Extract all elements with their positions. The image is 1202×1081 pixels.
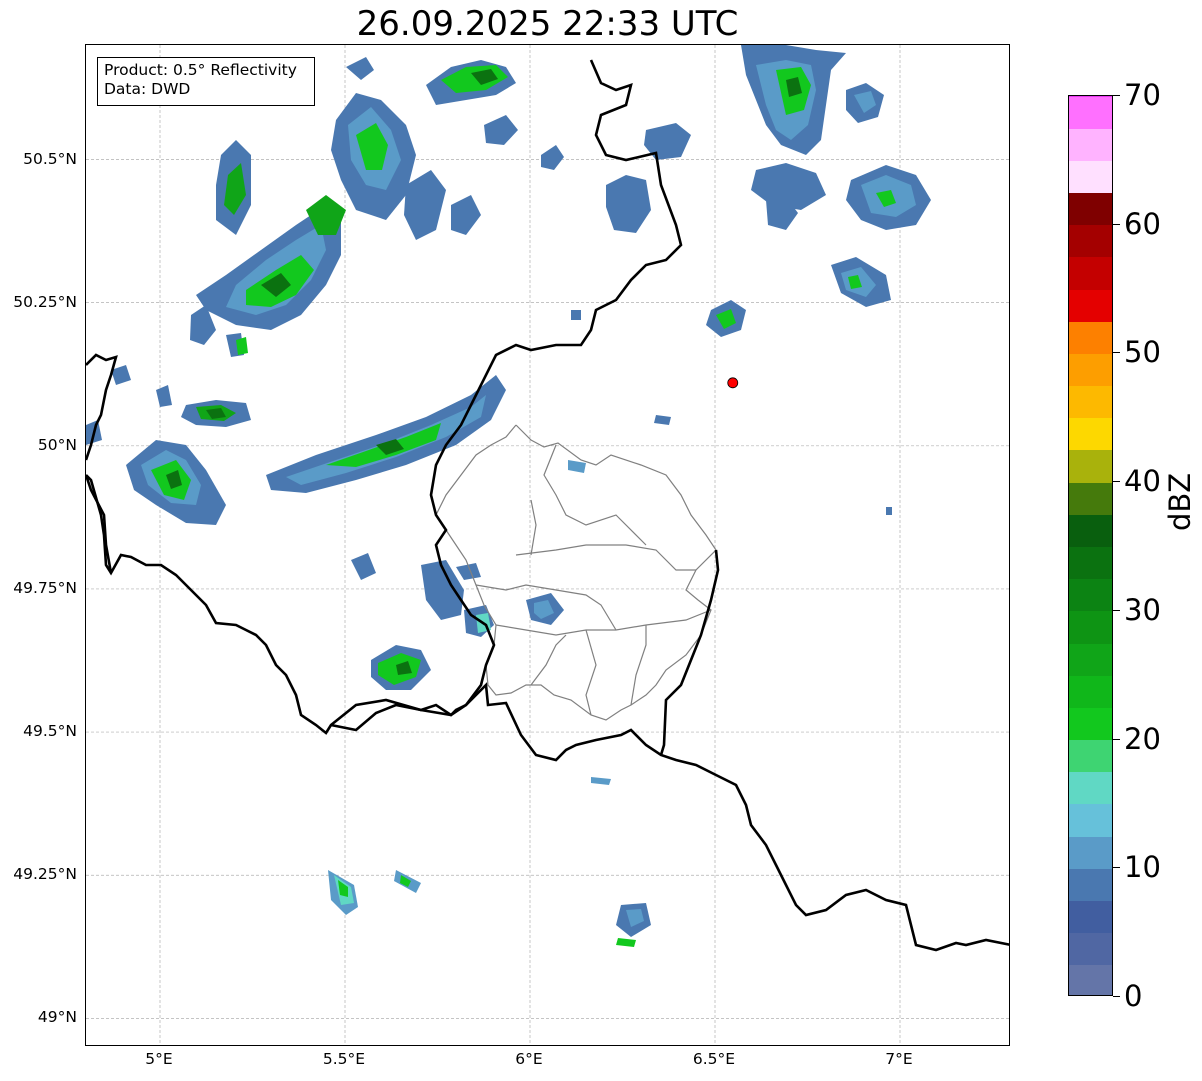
colorbar-segment (1069, 675, 1112, 708)
lon-tick-label: 7°E (885, 1050, 913, 1068)
echo-band-central (266, 375, 506, 493)
echo-cells-scattered (328, 310, 892, 947)
lat-tick-label: 49.25°N (13, 865, 77, 884)
lon-tick-label: 6.5°E (692, 1050, 736, 1068)
country-border-germany-luxembourg (659, 549, 720, 756)
border-belgium-france (86, 353, 118, 461)
echo-cluster-north (331, 57, 564, 240)
colorbar-tick-label: 50 (1124, 335, 1161, 370)
lat-tick-label: 50.5°N (23, 149, 77, 168)
product-info-box: Product: 0.5° Reflectivity Data: DWD (97, 57, 315, 106)
colorbar-tick-label: 40 (1124, 464, 1161, 499)
colorbar-segment (1069, 643, 1112, 676)
lon-tick-label: 6°E (515, 1050, 543, 1068)
lat-tick-label: 49°N (37, 1008, 77, 1027)
lat-tick-label: 50.25°N (13, 292, 77, 311)
colorbar-tick-mark (1113, 481, 1120, 483)
colorbar-segment (1069, 96, 1112, 129)
colorbar-segment (1069, 192, 1112, 226)
reflectivity-echoes (86, 45, 931, 947)
colorbar-segment (1069, 482, 1112, 515)
colorbar-segment (1069, 449, 1112, 483)
colorbar-tick-mark (1113, 352, 1120, 354)
colorbar-segment (1069, 417, 1112, 451)
radar-site-marker[interactable] (727, 377, 739, 389)
lat-tick-label: 50°N (37, 435, 77, 454)
colorbar-segment (1069, 932, 1112, 966)
colorbar-segment (1069, 321, 1112, 354)
colorbar-tick-mark (1113, 738, 1120, 740)
radar-map[interactable] (85, 44, 1010, 1046)
colorbar-tick-label: 0 (1124, 979, 1143, 1013)
colorbar-unit-label: dBZ (1163, 472, 1197, 531)
colorbar-segment (1069, 256, 1112, 290)
echo-cluster-northwest (190, 140, 346, 345)
border-france-luxembourg (330, 682, 1009, 952)
colorbar-segment (1069, 803, 1112, 837)
colorbar-segment (1069, 610, 1112, 644)
colorbar-segment (1069, 96, 1112, 97)
colorbar-tick-label: 70 (1124, 78, 1161, 112)
map-canvas (86, 45, 1009, 1045)
colorbar-segment (1069, 224, 1112, 258)
colorbar-segment (1069, 739, 1112, 773)
colorbar-tick-label: 20 (1124, 721, 1161, 756)
border-belgium-france-west (86, 474, 113, 574)
colorbar-tick-mark (1113, 867, 1120, 869)
colorbar-segment (1069, 707, 1112, 741)
echo-cluster-west (86, 333, 251, 525)
colorbar-segment (1069, 289, 1112, 322)
colorbar-segment (1069, 160, 1112, 194)
lon-tick-label: 5.5°E (322, 1050, 366, 1068)
colorbar-tick-mark (1113, 996, 1120, 997)
data-source-label: Data: DWD (104, 80, 191, 98)
colorbar-tick-mark (1113, 223, 1120, 225)
colorbar-segment (1069, 900, 1112, 934)
colorbar-tick-label: 30 (1124, 592, 1161, 627)
map-title: 26.09.2025 22:33 UTC (356, 4, 739, 44)
colorbar-tick-label: 10 (1124, 850, 1161, 885)
colorbar-segment (1069, 578, 1112, 612)
lon-tick-label: 5°E (145, 1050, 173, 1068)
colorbar-tick-mark (1113, 95, 1120, 96)
colorbar-segment (1069, 771, 1112, 805)
colorbar-tick-label: 60 (1124, 206, 1161, 241)
lat-tick-label: 49.5°N (23, 722, 77, 741)
colorbar-segment (1069, 546, 1112, 580)
product-label: Product: 0.5° Reflectivity (104, 61, 297, 79)
echo-cluster-northeast (606, 45, 931, 337)
colorbar-segment (1069, 128, 1112, 161)
lat-tick-label: 49.75°N (13, 578, 77, 597)
colorbar-segment (1069, 836, 1112, 869)
colorbar-segment (1069, 385, 1112, 419)
colorbar-segment (1069, 353, 1112, 387)
colorbar-segment (1069, 964, 1112, 995)
colorbar-tick-mark (1113, 609, 1120, 611)
colorbar-segment (1069, 514, 1112, 547)
echo-cluster-south (351, 553, 564, 690)
colorbar (1068, 95, 1113, 996)
colorbar-segment (1069, 868, 1112, 901)
radar-site-dot[interactable] (727, 377, 739, 389)
